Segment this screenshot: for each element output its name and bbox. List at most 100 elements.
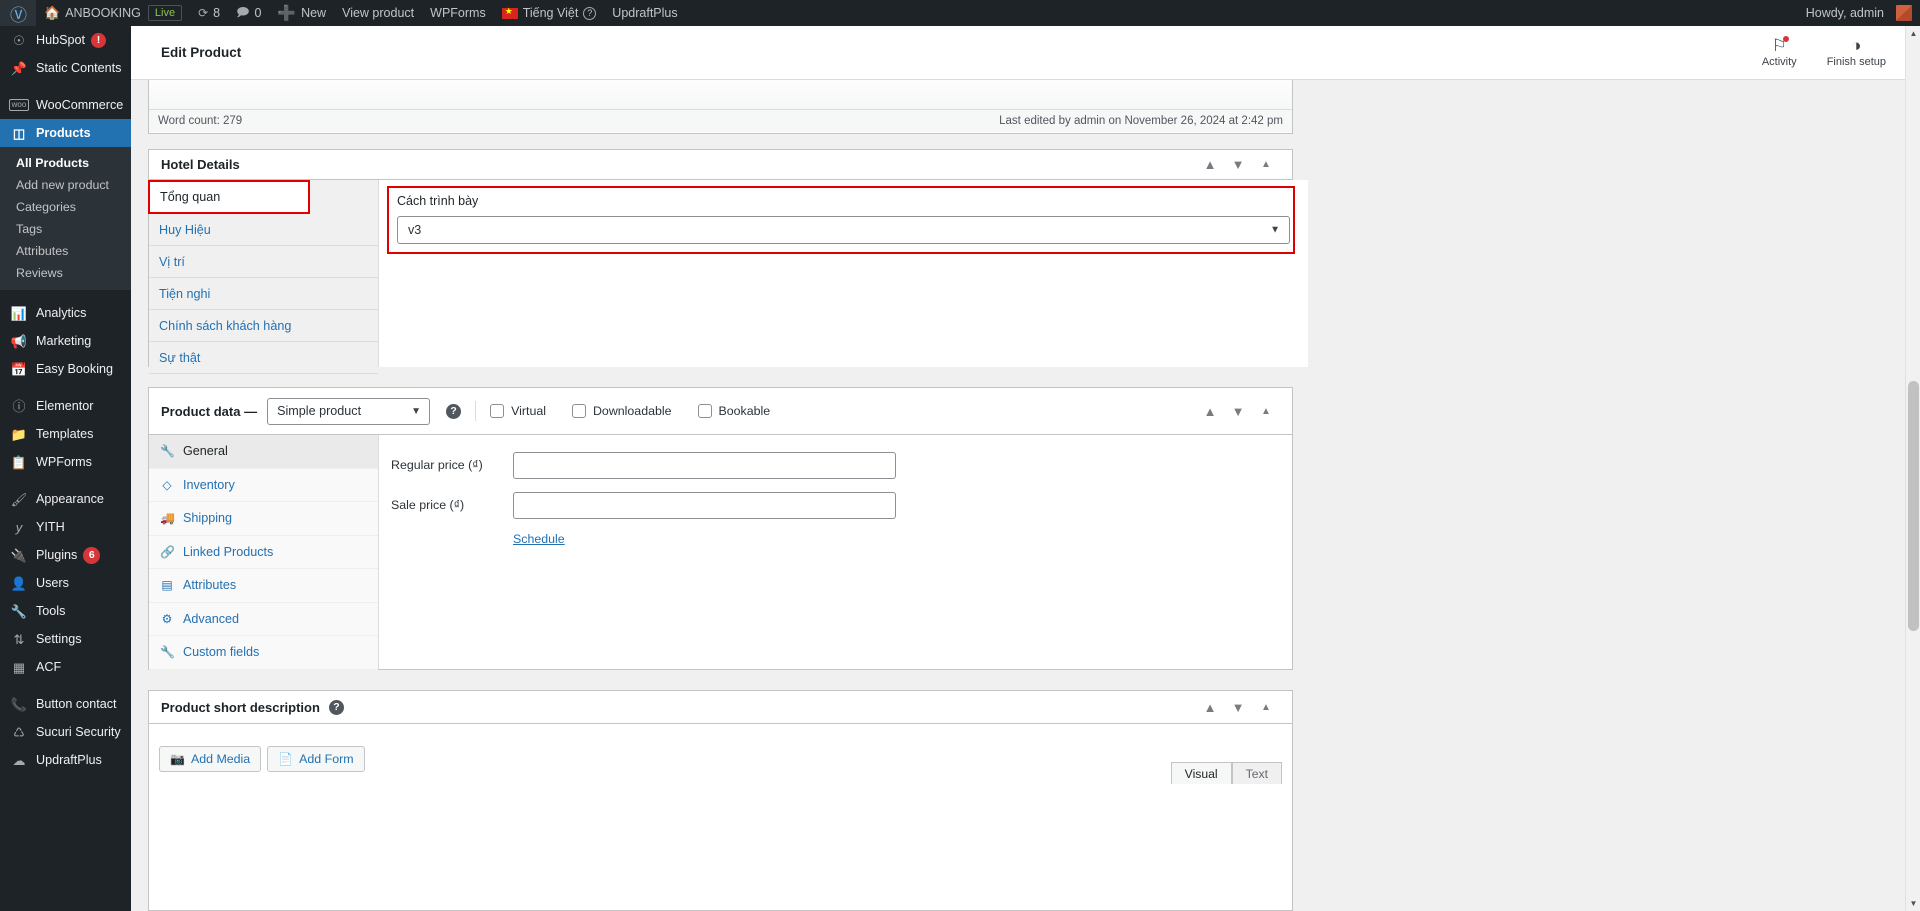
regular-price-input[interactable] [513,452,896,479]
new-content-menu[interactable]: ➕ New [269,0,334,26]
updates-menu[interactable]: ⟳ 8 [190,0,228,26]
toggle-panel-icon[interactable]: ▲ [1252,693,1280,721]
sidebar-item-attributes[interactable]: Attributes [0,240,131,262]
sidebar-item-label: Button contact [36,697,117,711]
activity-notification-dot [1782,36,1789,42]
move-down-icon[interactable]: ▼ [1224,397,1252,425]
product-tab-label: Custom fields [183,645,260,660]
sidebar-item-wpforms[interactable]: 📋 WPForms [0,448,131,476]
sidebar-item-acf[interactable]: ▦ ACF [0,653,131,681]
vietnam-flag-icon [501,6,518,19]
product-tab-linked-products[interactable]: 🔗 Linked Products [149,536,378,569]
add-form-button[interactable]: 📄 Add Form [267,745,365,772]
vertical-scrollbar[interactable]: ▲ ▼ [1905,26,1920,911]
sidebar-item-elementor[interactable]: ⓘ Elementor [0,392,131,420]
sidebar-item-settings[interactable]: ⇅ Settings [0,625,131,653]
box-icon: ◇ [162,477,172,492]
view-product-link[interactable]: View product [334,0,422,26]
sidebar-item-sucuri-security[interactable]: ♺ Sucuri Security [0,718,131,746]
virtual-label: Virtual [511,404,546,418]
schedule-link[interactable]: Schedule [513,532,1292,546]
wpforms-menu[interactable]: WPForms [422,0,494,26]
wordpress-logo-icon[interactable]: Ⓥ [0,0,36,26]
sidebar-item-woocommerce[interactable]: woo WooCommerce [0,91,131,119]
hotel-tab-vi-tri[interactable]: Vị trí [149,246,378,278]
admin-bar-right: Howdy, admin [1798,0,1920,26]
hotel-tab-chinh-sach-khach-hang[interactable]: Chính sách khách hàng [149,310,378,342]
product-type-help-icon[interactable]: ? [446,403,462,419]
product-tab-general[interactable]: 🔧 General [149,435,378,469]
sidebar-item-marketing[interactable]: 📢 Marketing [0,327,131,355]
sidebar-separator [0,383,131,392]
move-down-icon[interactable]: ▼ [1224,151,1252,179]
activity-button[interactable]: ⚐ Activity [1762,36,1797,68]
sidebar-item-categories[interactable]: Categories [0,196,131,218]
hotel-tab-su-that[interactable]: Sự thật [149,342,378,374]
sidebar-item-hubspot[interactable]: ☉ HubSpot ! [0,26,131,54]
editor-textarea[interactable] [149,80,1292,110]
downloadable-checkbox[interactable]: Downloadable [571,404,672,418]
product-tab-inventory[interactable]: ◇ Inventory [149,469,378,502]
virtual-checkbox[interactable]: Virtual [490,404,546,418]
sidebar-item-static-contents[interactable]: 📌 Static Contents [0,54,131,82]
sidebar-item-all-products[interactable]: All Products [0,152,131,174]
sidebar-item-label: Sucuri Security [36,725,121,739]
product-type-select[interactable]: Simple product ▼ [267,397,431,425]
toggle-panel-icon[interactable]: ▲ [1252,397,1280,425]
site-name-menu[interactable]: 🏠 ANBOOKING Live [36,0,190,26]
bookable-checkbox[interactable]: Bookable [697,404,770,418]
sidebar-item-add-new-product[interactable]: Add new product [0,174,131,196]
sidebar-item-templates[interactable]: 📁 Templates [0,420,131,448]
sidebar-item-reviews[interactable]: Reviews [0,262,131,284]
updates-count: 8 [213,6,221,20]
visual-tab[interactable]: Visual [1170,762,1232,784]
plugins-update-badge: 6 [83,546,101,564]
product-tab-advanced[interactable]: ⚙ Advanced [149,603,378,636]
product-tab-attributes[interactable]: ▤ Attributes [149,569,378,603]
sidebar-item-label: Static Contents [36,61,122,75]
move-up-icon[interactable]: ▲ [1196,397,1224,425]
sidebar-item-appearance[interactable]: 🖌 Appearance [0,485,131,513]
move-up-icon[interactable]: ▲ [1196,693,1224,721]
regular-price-label: Regular price (₫) [391,458,483,472]
add-media-button[interactable]: 📷 Add Media [159,745,262,772]
sidebar-item-yith[interactable]: y YITH [0,513,131,541]
product-tab-shipping[interactable]: 🚚 Shipping [149,502,378,536]
sidebar-item-tools[interactable]: 🔧 Tools [0,597,131,625]
scroll-down-arrow[interactable]: ▼ [1906,896,1920,911]
regular-price-row: Regular price (₫) [391,452,1292,479]
move-down-icon[interactable]: ▼ [1224,693,1252,721]
sidebar-item-updraftplus[interactable]: ☁ UpdraftPlus [0,746,131,774]
short-description-help-icon[interactable]: ? [328,699,344,715]
sidebar-item-users[interactable]: 👤 Users [0,569,131,597]
language-switcher[interactable]: Tiếng Việt ? [494,0,605,26]
scroll-up-arrow[interactable]: ▲ [1906,26,1920,41]
sidebar-item-analytics[interactable]: 📊 Analytics [0,299,131,327]
move-up-icon[interactable]: ▲ [1196,151,1224,179]
finish-setup-label: Finish setup [1826,56,1886,68]
hotel-tab-tien-nghi[interactable]: Tiện nghi [149,278,378,310]
sidebar-item-easy-booking[interactable]: 📅 Easy Booking [0,355,131,383]
sidebar-item-products[interactable]: ◫ Products [0,119,131,147]
updraftplus-menu[interactable]: UpdraftPlus [604,0,685,26]
scrollbar-thumb[interactable] [1908,381,1919,631]
my-account-menu[interactable]: Howdy, admin [1798,0,1920,26]
sidebar-item-tags[interactable]: Tags [0,218,131,240]
finish-setup-button[interactable]: ◑ Finish setup [1827,37,1886,68]
toggle-panel-icon[interactable]: ▲ [1252,151,1280,179]
hotel-tab-huy-hieu[interactable]: Huy Hiệu [149,214,378,246]
help-question-icon[interactable]: ? [583,6,597,20]
sidebar-separator [0,82,131,91]
sidebar-item-button-contact[interactable]: 📞 Button contact [0,690,131,718]
chevron-down-icon: ▼ [1270,224,1280,236]
sidebar-item-plugins[interactable]: 🔌 Plugins 6 [0,541,131,569]
sidebar-item-label: UpdraftPlus [36,753,102,767]
cach-trinh-bay-select[interactable]: v3 ▼ [397,216,1290,244]
comments-menu[interactable]: 🗩 0 [228,0,269,26]
product-tab-label: Linked Products [183,544,274,559]
sidebar-item-label: WPForms [36,455,92,469]
sale-price-input[interactable] [513,492,896,519]
text-tab[interactable]: Text [1231,762,1282,784]
hotel-tab-tong-quan[interactable]: Tổng quan [148,180,310,214]
product-tab-custom-fields[interactable]: 🔧 Custom fields [149,636,378,670]
